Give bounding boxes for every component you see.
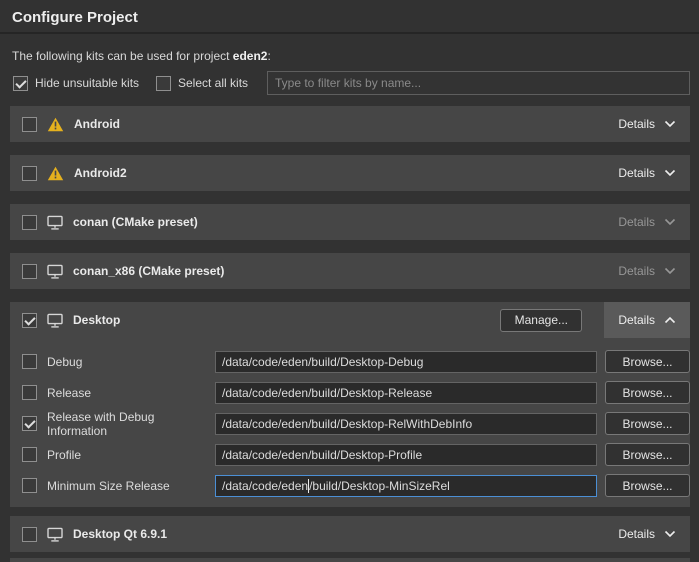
title-divider — [0, 32, 699, 34]
warning-icon — [47, 166, 64, 181]
details-button[interactable]: Details — [604, 302, 690, 338]
details-button[interactable]: Details — [604, 155, 690, 191]
build-config-row: Minimum Size Release /data/code/eden/bui… — [22, 474, 690, 497]
chevron-down-icon — [664, 218, 676, 226]
kit-checkbox[interactable] — [22, 264, 37, 279]
build-config-row: Debug /data/code/eden/build/Desktop-Debu… — [22, 350, 690, 373]
browse-button[interactable]: Browse... — [605, 474, 690, 497]
kit-name: Desktop Qt 6.9.1 — [73, 527, 167, 541]
build-config-label-group: Release — [22, 385, 215, 400]
kit-checkbox[interactable] — [22, 166, 37, 181]
kit-header[interactable]: conan (CMake preset) Manage... Details — [10, 204, 690, 240]
select-all-kits-checkbox[interactable]: Select all kits — [156, 75, 248, 91]
chevron-down-icon — [664, 267, 676, 275]
page-title: Configure Project — [12, 9, 138, 26]
build-config-checkbox[interactable] — [22, 385, 37, 400]
desktop-icon — [47, 313, 63, 328]
details-label: Details — [618, 215, 655, 229]
build-config-label: Minimum Size Release — [47, 479, 170, 493]
chevron-up-icon — [664, 316, 676, 324]
build-config-row: Release /data/code/eden/build/Desktop-Re… — [22, 381, 690, 404]
build-config-label: Profile — [47, 448, 81, 462]
kit-checkbox[interactable] — [22, 215, 37, 230]
browse-button[interactable]: Browse... — [605, 381, 690, 404]
chevron-down-icon — [664, 169, 676, 177]
chevron-down-icon — [664, 120, 676, 128]
details-label: Details — [618, 527, 655, 541]
build-config-checkbox[interactable] — [22, 354, 37, 369]
manage-button[interactable]: Manage... — [500, 309, 582, 332]
kit-row: conan (CMake preset) Manage... Details — [10, 204, 690, 240]
configure-project-page: Configure Project The following kits can… — [0, 0, 699, 562]
chevron-down-icon — [664, 530, 676, 538]
details-label: Details — [618, 117, 655, 131]
details-label: Details — [618, 313, 655, 327]
build-dir-input[interactable]: /data/code/eden/build/Desktop-Release — [215, 382, 597, 404]
build-dir-input[interactable]: /data/code/eden/build/Desktop-Debug — [215, 351, 597, 373]
kit-checkbox[interactable] — [22, 313, 37, 328]
build-config-label: Release — [47, 386, 91, 400]
desktop-icon — [47, 264, 63, 279]
build-dir-input[interactable]: /data/code/eden/build/Desktop-Profile — [215, 444, 597, 466]
hide-unsuitable-kits-checkbox[interactable]: Hide unsuitable kits — [13, 75, 139, 91]
build-config-label-group: Minimum Size Release — [22, 478, 215, 493]
build-config-checkbox[interactable] — [22, 416, 37, 431]
details-button[interactable]: Details — [604, 516, 690, 552]
kit-row: Desktop Manage... Details Debug /data/co… — [10, 302, 690, 507]
build-config-row: Release with Debug Information /data/cod… — [22, 412, 690, 435]
build-config-label: Debug — [47, 355, 82, 369]
browse-button[interactable]: Browse... — [605, 350, 690, 373]
build-config-label-group: Debug — [22, 354, 215, 369]
kit-name: Android2 — [74, 166, 127, 180]
kit-checkbox[interactable] — [22, 527, 37, 542]
kit-filter-input[interactable] — [267, 71, 690, 95]
details-button[interactable]: Details — [604, 204, 690, 240]
build-dir-input[interactable]: /data/code/eden/build/Desktop-MinSizeRel — [215, 475, 597, 497]
desktop-icon — [47, 215, 63, 230]
kit-row: conan_x86 (CMake preset) Manage... Detai… — [10, 253, 690, 289]
details-button[interactable]: Details — [604, 253, 690, 289]
kit-checkbox[interactable] — [22, 117, 37, 132]
kit-row: Android Manage... Details — [10, 106, 690, 142]
details-button[interactable]: Details — [604, 106, 690, 142]
kit-row: Android2 Manage... Details — [10, 155, 690, 191]
details-label: Details — [618, 166, 655, 180]
build-config-row: Profile /data/code/eden/build/Desktop-Pr… — [22, 443, 690, 466]
browse-button[interactable]: Browse... — [605, 412, 690, 435]
details-label: Details — [618, 264, 655, 278]
browse-button[interactable]: Browse... — [605, 443, 690, 466]
build-config-label: Release with Debug Information — [47, 410, 215, 438]
kit-header[interactable]: conan_x86 (CMake preset) Manage... Detai… — [10, 253, 690, 289]
build-config-label-group: Release with Debug Information — [22, 410, 215, 438]
desktop-icon — [47, 527, 63, 542]
select-all-kits-label: Select all kits — [178, 76, 248, 90]
checkbox-unchecked-icon[interactable] — [156, 76, 171, 91]
kit-header[interactable]: Desktop Qt 6.9.1 Manage... Details — [10, 516, 690, 552]
build-config-checkbox[interactable] — [22, 478, 37, 493]
checkbox-checked-icon[interactable] — [13, 76, 28, 91]
kit-header[interactable]: Android Manage... Details — [10, 106, 690, 142]
kit-name: conan_x86 (CMake preset) — [73, 264, 224, 278]
kit-name: Desktop — [73, 313, 120, 327]
build-config-label-group: Profile — [22, 447, 215, 462]
build-config-checkbox[interactable] — [22, 447, 37, 462]
kit-header[interactable]: Desktop Manage... Details — [10, 302, 690, 338]
kit-name: Android — [74, 117, 120, 131]
project-name: eden2 — [233, 49, 268, 63]
partial-next-row — [10, 558, 690, 562]
hide-unsuitable-kits-label: Hide unsuitable kits — [35, 76, 139, 90]
kit-header[interactable]: Android2 Manage... Details — [10, 155, 690, 191]
intro-text: The following kits can be used for proje… — [12, 49, 271, 63]
build-dir-input[interactable]: /data/code/eden/build/Desktop-RelWithDeb… — [215, 413, 597, 435]
warning-icon — [47, 117, 64, 132]
kit-row: Desktop Qt 6.9.1 Manage... Details — [10, 516, 690, 552]
kit-name: conan (CMake preset) — [73, 215, 198, 229]
